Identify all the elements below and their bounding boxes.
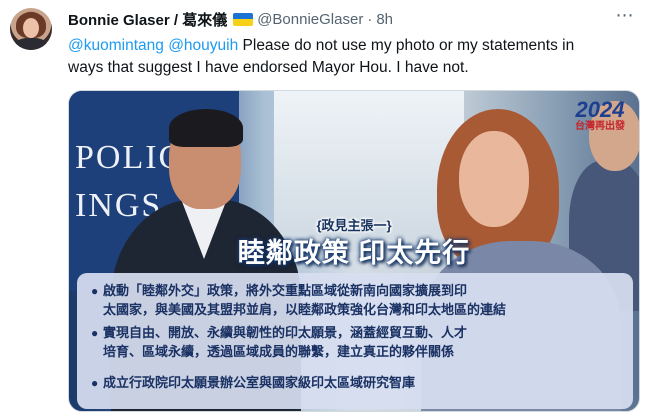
avatar-face — [23, 18, 39, 38]
tweet-header: Bonnie Glaser / 葛來儀 @BonnieGlaser · 8h — [68, 9, 393, 29]
bullet-1-line-2: 太國家，與美國及其盟邦並肩，以睦鄰政策強化台灣和印太地區的連結 — [103, 302, 507, 317]
tweet-text: @kuomintang @houyuih Please do not use m… — [68, 35, 640, 79]
bullet-2-line-2: 培育、區域永續，透過區域成員的聯繫，建立真正的夥伴關係 — [103, 344, 455, 359]
avatar-shoulders — [14, 38, 48, 50]
ukraine-flag-icon — [233, 12, 254, 26]
woman-face — [459, 131, 529, 227]
separator-dot: · — [367, 10, 373, 28]
bullet-icon: ● — [91, 376, 99, 390]
policy-headline: 睦鄰政策 印太先行 — [237, 238, 471, 268]
tweet-text-line-2: ways that suggest I have endorsed Mayor … — [68, 59, 469, 76]
mention-houyuih[interactable]: @houyuih — [168, 37, 238, 54]
tweet-text-line-1: Please do not use my photo or my stateme… — [242, 37, 575, 54]
bullet-3-line-1: 成立行政院印太願景辦公室與國家級印太區域研究智庫 — [103, 375, 416, 390]
policy-bullet: ● 實現自由、開放、永續與韌性的印太願景，涵蓋經貿互動、人才 培育、區域永續，透… — [91, 323, 611, 361]
author-display-name[interactable]: Bonnie Glaser / 葛來儀 — [68, 9, 227, 30]
policy-bullet: ● 成立行政院印太願景辦公室與國家級印太區域研究智庫 — [91, 373, 611, 393]
bullet-2-line-1: 實現自由、開放、永續與韌性的印太願景，涵蓋經貿互動、人才 — [103, 325, 468, 340]
author-handle[interactable]: @BonnieGlaser — [257, 11, 363, 28]
bullet-1-line-1: 啟動「睦鄰外交」政策，將外交重點區域從新南向國家擴展到印 — [103, 283, 468, 298]
man-hair — [169, 109, 243, 147]
mention-kuomintang[interactable]: @kuomintang — [68, 37, 164, 54]
more-options-icon[interactable]: ⋯ — [613, 6, 637, 28]
banner-word-1: POLIC — [75, 139, 184, 176]
policy-bullet: ● 啟動「睦鄰外交」政策，將外交重點區域從新南向國家擴展到印 太國家，與美國及其… — [91, 281, 611, 319]
logo-subtitle: 台灣再出發 — [575, 121, 625, 132]
tweet-media-image[interactable]: POLIC INGS 2024 台灣再出發 {政見主張一} 睦鄰政策 印太先行 … — [68, 90, 640, 412]
bullet-icon: ● — [91, 326, 99, 340]
logo-year: 2024 — [575, 97, 625, 122]
tweet-timestamp[interactable]: 8h — [376, 11, 393, 28]
bullet-icon: ● — [91, 284, 99, 298]
policy-panel: ● 啟動「睦鄰外交」政策，將外交重點區域從新南向國家擴展到印 太國家，與美國及其… — [77, 273, 633, 409]
campaign-logo: 2024 台灣再出發 — [569, 99, 631, 133]
author-avatar[interactable] — [10, 8, 52, 50]
